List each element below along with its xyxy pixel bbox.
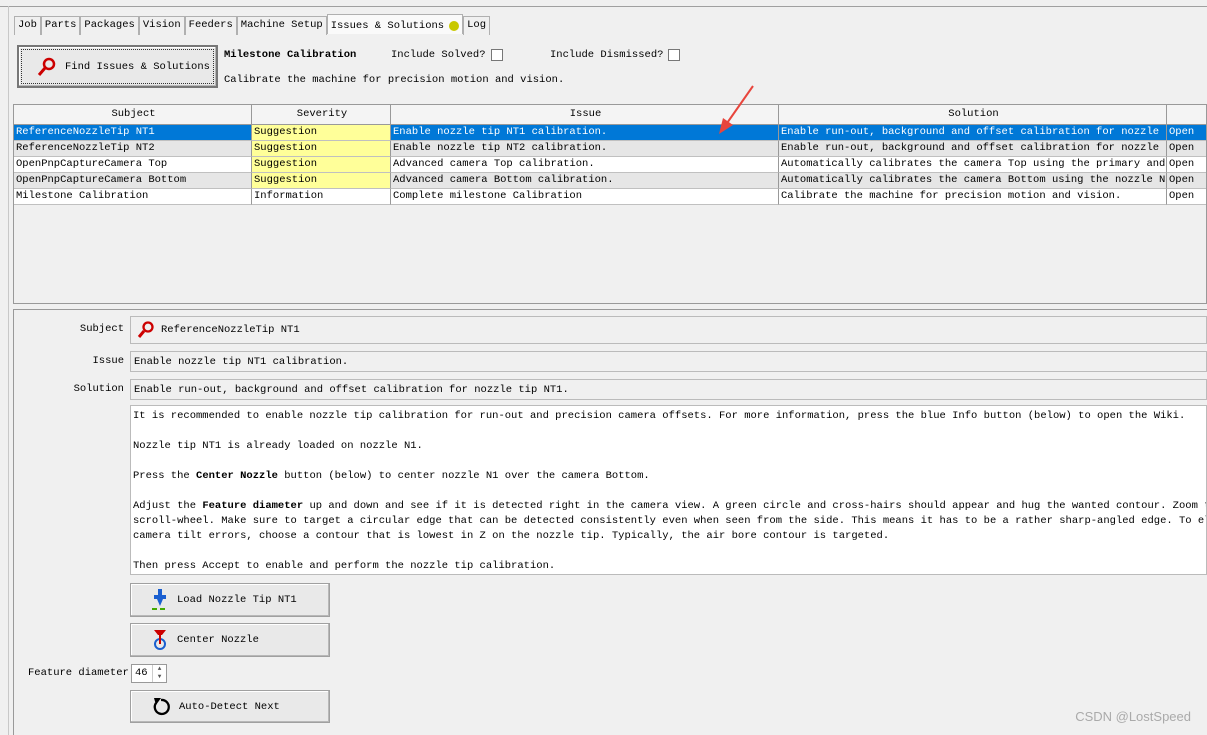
tab-vision[interactable]: Vision — [138, 16, 185, 35]
solution-field: Enable run-out, background and offset ca… — [130, 379, 1207, 400]
cell-issue: Advanced camera Bottom calibration. — [391, 173, 779, 189]
annotation-arrow-icon — [719, 85, 754, 134]
cell-severity: Information — [252, 189, 391, 205]
cell-state: Open — [1167, 125, 1206, 141]
subject-value: ReferenceNozzleTip NT1 — [161, 324, 300, 336]
cell-issue: Complete milestone Calibration — [391, 189, 779, 205]
search-icon — [137, 321, 154, 338]
nozzle-load-icon — [152, 589, 168, 610]
table-header: Subject Severity Issue Solution — [14, 105, 1206, 125]
center-nozzle-icon — [154, 630, 166, 650]
tab-feeders[interactable]: Feeders — [184, 16, 237, 35]
spinner-up-icon[interactable]: ▲ — [153, 665, 166, 673]
issues-table: Subject Severity Issue Solution Referenc… — [13, 104, 1207, 304]
tab-issues-solutions[interactable]: Issues & Solutions — [326, 14, 464, 34]
issue-label: Issue — [92, 355, 124, 367]
cell-severity: Suggestion — [252, 125, 391, 141]
cell-subject: Milestone Calibration — [14, 189, 252, 205]
tab-log[interactable]: Log — [463, 16, 491, 35]
table-row[interactable]: OpenPnpCaptureCamera Bottom Suggestion Adv… — [14, 173, 1206, 189]
feature-diameter-label: Feature diameter — [28, 667, 129, 679]
table-row[interactable]: Milestone Calibration Information Complete… — [14, 189, 1206, 205]
include-dismissed-checkbox[interactable] — [668, 49, 680, 61]
cell-issue: Enable nozzle tip NT2 calibration. — [391, 141, 779, 157]
milestone-title: Milestone Calibration — [224, 49, 357, 61]
column-header-subject[interactable]: Subject — [14, 105, 252, 125]
feature-diameter-value[interactable]: 46 — [132, 665, 152, 682]
cell-state: Open — [1167, 173, 1206, 189]
include-solved-checkbox[interactable] — [491, 49, 503, 61]
cell-state: Open — [1167, 189, 1206, 205]
solution-label: Solution — [73, 383, 124, 395]
cell-subject: ReferenceNozzleTip NT1 — [14, 125, 252, 141]
table-row[interactable]: ReferenceNozzleTip NT1 Suggestion Enable n… — [14, 125, 1206, 141]
cell-severity: Suggestion — [252, 173, 391, 189]
milestone-description: Calibrate the machine for precision moti… — [224, 74, 565, 86]
cell-solution: Calibrate the machine for precision moti… — [779, 189, 1167, 205]
tab-machine-setup[interactable]: Machine Setup — [236, 16, 327, 35]
subject-field: ReferenceNozzleTip NT1 — [130, 316, 1207, 344]
cell-severity: Suggestion — [252, 157, 391, 173]
tab-label: Issues & Solutions — [330, 19, 445, 32]
issue-field: Enable nozzle tip NT1 calibration. — [130, 351, 1207, 372]
subject-label: Subject — [79, 323, 124, 335]
cell-solution: Automatically calibrates the camera Top … — [779, 157, 1167, 173]
cell-solution: Enable run-out, background and offset ca… — [779, 125, 1167, 141]
find-issues-button[interactable]: Find Issues & Solutions — [17, 45, 218, 88]
table-row[interactable]: ReferenceNozzleTip NT2 Suggestion Enable n… — [14, 141, 1206, 157]
cell-solution: Enable run-out, background and offset ca… — [779, 141, 1167, 157]
spinner-down-icon[interactable]: ▼ — [153, 673, 166, 681]
include-solved-label: Include Solved? — [391, 49, 486, 61]
divider — [8, 6, 9, 735]
cell-subject: ReferenceNozzleTip NT2 — [14, 141, 252, 157]
tab-job[interactable]: Job — [14, 16, 41, 35]
cell-issue: Advanced camera Top calibration. — [391, 157, 779, 173]
column-header-severity[interactable]: Severity — [252, 105, 391, 125]
cell-state: Open — [1167, 157, 1206, 173]
feature-diameter-spinner[interactable]: 46 ▲ ▼ — [131, 664, 167, 683]
tab-packages[interactable]: Packages — [80, 16, 139, 35]
tab-parts[interactable]: Parts — [40, 16, 81, 35]
load-nozzle-tip-button[interactable]: Load Nozzle Tip NT1 — [130, 583, 330, 617]
column-header-state[interactable] — [1167, 105, 1206, 125]
auto-detect-next-button[interactable]: Auto-Detect Next — [130, 690, 330, 723]
cell-subject: OpenPnpCaptureCamera Bottom — [14, 173, 252, 189]
center-nozzle-label: Center Nozzle — [177, 634, 259, 646]
cell-solution: Automatically calibrates the camera Bott… — [779, 173, 1167, 189]
load-nozzle-tip-label: Load Nozzle Tip NT1 — [177, 594, 297, 606]
column-header-solution[interactable]: Solution — [779, 105, 1167, 125]
status-dot-icon — [449, 20, 460, 31]
cell-severity: Suggestion — [252, 141, 391, 157]
center-nozzle-button[interactable]: Center Nozzle — [130, 623, 330, 657]
refresh-icon — [153, 697, 170, 715]
watermark: CSDN @LostSpeed — [1075, 709, 1191, 724]
divider — [0, 6, 1207, 7]
solution-description: It is recommended to enable nozzle tip c… — [130, 405, 1207, 575]
tab-bar: Job Parts Packages Vision Feeders Machin… — [14, 14, 491, 35]
cell-state: Open — [1167, 141, 1206, 157]
include-dismissed-label: Include Dismissed? — [550, 49, 664, 61]
auto-detect-next-label: Auto-Detect Next — [179, 700, 280, 713]
table-row[interactable]: OpenPnpCaptureCamera Top Suggestion Advanc… — [14, 157, 1206, 173]
cell-subject: OpenPnpCaptureCamera Top — [14, 157, 252, 173]
